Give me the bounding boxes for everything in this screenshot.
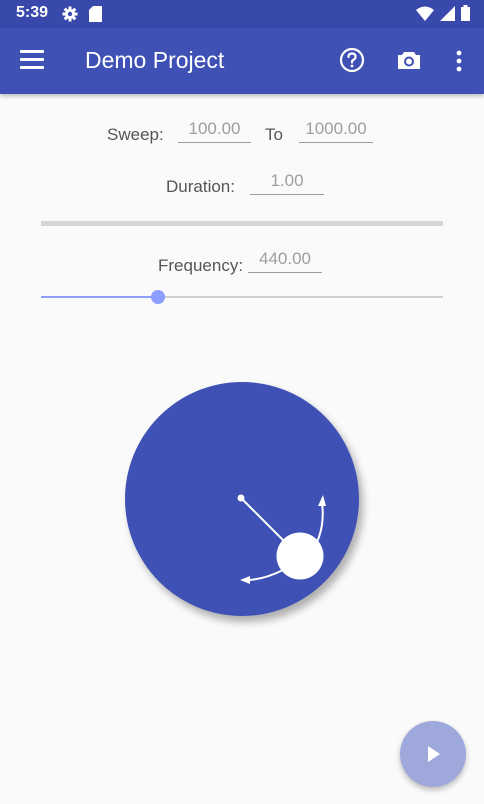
- menu-icon[interactable]: [20, 50, 44, 70]
- frequency-slider[interactable]: [41, 290, 443, 304]
- duration-label: Duration:: [166, 177, 235, 196]
- status-bar: 5:39: [0, 0, 484, 28]
- frequency-dial[interactable]: [125, 382, 359, 616]
- gear-icon: [62, 6, 78, 27]
- sweep-to-label: To: [265, 125, 283, 144]
- rotate-cw-arrowhead: [318, 495, 326, 506]
- frequency-field[interactable]: 440.00: [248, 248, 322, 273]
- sweep-label: Sweep:: [107, 125, 164, 144]
- play-button[interactable]: [400, 721, 466, 787]
- duration-field[interactable]: 1.00: [250, 170, 324, 195]
- play-icon: [428, 746, 440, 762]
- signal-icon: [440, 5, 455, 26]
- frequency-slider-thumb[interactable]: [150, 290, 165, 304]
- help-icon[interactable]: [339, 47, 365, 73]
- page-title: Demo Project: [85, 47, 225, 73]
- sd-card-icon: [89, 6, 102, 27]
- app-bar: Demo Project: [0, 28, 484, 94]
- more-vert-icon[interactable]: [451, 48, 467, 74]
- camera-icon[interactable]: [396, 47, 422, 73]
- frequency-slider-fill: [41, 296, 158, 298]
- sweep-to-field[interactable]: 1000.00: [299, 118, 373, 143]
- rotate-ccw-arrowhead: [240, 576, 250, 584]
- dial-gesture-graphic: [237, 494, 326, 584]
- frequency-label: Frequency:: [158, 256, 244, 275]
- dial-pivot-dot: [237, 494, 245, 502]
- battery-icon: [461, 5, 470, 26]
- dial-knob: [276, 532, 324, 580]
- sweep-from-field[interactable]: 100.00: [178, 118, 251, 143]
- wifi-icon: [416, 6, 434, 26]
- rotate-ccw-arrow: [245, 569, 284, 581]
- dial-pointer-line: [240, 497, 290, 547]
- section-divider: [41, 221, 443, 226]
- status-time: 5:39: [16, 4, 49, 21]
